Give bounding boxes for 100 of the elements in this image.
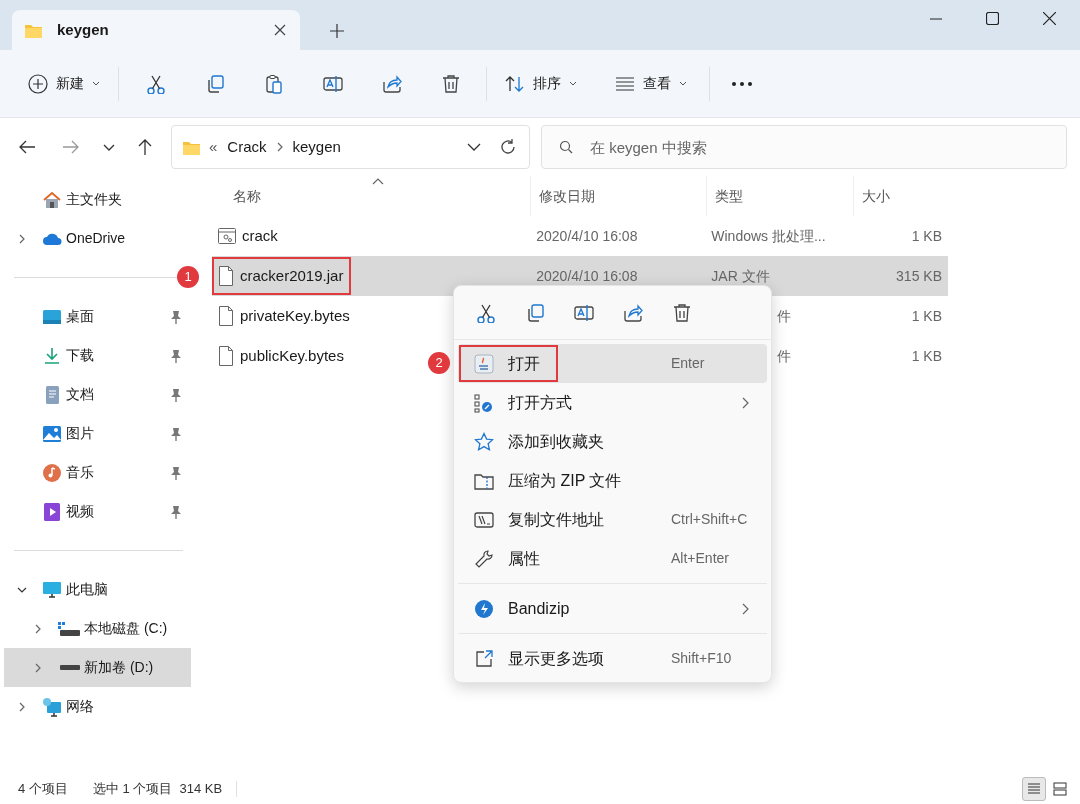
shortcut-label: Shift+F10 — [671, 649, 732, 668]
close-icon[interactable] — [1043, 12, 1056, 25]
open-with-icon — [474, 392, 494, 413]
chevron-right-icon[interactable] — [34, 662, 42, 673]
sidebar-item[interactable]: 视频 — [0, 492, 195, 531]
caret-icon — [92, 80, 100, 87]
close-icon[interactable] — [274, 24, 286, 36]
sort-ascending-icon — [372, 178, 384, 185]
forward-icon[interactable] — [62, 138, 80, 156]
sidebar-item[interactable]: 音乐 — [0, 453, 195, 492]
rename-icon — [323, 73, 343, 94]
picture-icon — [42, 423, 62, 444]
type-cell-text: 件 — [777, 306, 792, 326]
column-header[interactable]: 修改日期 — [539, 185, 595, 207]
sidebar-item[interactable]: 文档 — [0, 375, 195, 414]
search-icon — [559, 140, 573, 154]
type-cell-text: Windows 批处理... — [711, 226, 826, 246]
bolt-circle-icon — [474, 598, 494, 619]
batch-file-icon — [218, 228, 236, 244]
wrench-icon — [474, 548, 494, 569]
star-icon — [474, 431, 494, 452]
up-icon[interactable] — [136, 138, 154, 156]
monitor-icon — [42, 579, 62, 600]
tab-title: keygen — [57, 19, 109, 40]
path-segment[interactable]: Crack — [227, 135, 267, 159]
size-cell-text: 1 KB — [911, 346, 942, 366]
shortcut-label: Alt+Enter — [671, 549, 729, 568]
delete-icon — [672, 302, 692, 323]
sidebar-item[interactable]: 桌面 — [0, 297, 195, 336]
file-name: privateKey.bytes — [240, 305, 350, 326]
sidebar-item[interactable]: 主文件夹 — [0, 180, 195, 219]
menu-item[interactable]: 打开 Enter — [458, 344, 767, 383]
shortcut-label: Ctrl+Shift+C — [671, 510, 748, 529]
cut-icon — [476, 302, 496, 323]
tab[interactable]: keygen — [12, 10, 300, 50]
step-badge: 2 — [428, 352, 450, 374]
network-icon — [42, 696, 62, 717]
file-name: cracker2019.jar — [240, 265, 344, 286]
new-tab-icon[interactable] — [330, 24, 344, 38]
sidebar-item[interactable]: 下载 — [0, 336, 195, 375]
tiles-view-icon — [1050, 779, 1070, 799]
column-header[interactable]: 大小 — [862, 185, 890, 207]
file-name: publicKey.bytes — [240, 345, 344, 366]
size-cell-text: 1 KB — [911, 306, 942, 326]
chevron-icon — [275, 142, 284, 152]
paste-icon — [264, 73, 284, 94]
sidebar-item[interactable]: 本地磁盘 (C:) — [4, 609, 191, 648]
back-icon[interactable] — [18, 138, 36, 156]
java-icon — [474, 353, 494, 374]
delete-icon — [441, 73, 461, 94]
maximize-icon[interactable] — [986, 12, 999, 25]
music-icon — [42, 462, 62, 483]
more-icon — [732, 81, 752, 86]
chevron-down-icon[interactable] — [17, 585, 27, 594]
rename-icon — [574, 302, 594, 323]
list-view-icon — [615, 75, 635, 92]
selection-info: 选中 1 个项目 314 KB — [92, 780, 223, 799]
date-cell-text: 2020/4/10 16:08 — [536, 226, 638, 246]
download-icon — [42, 345, 62, 366]
file-icon — [218, 306, 234, 326]
sidebar-item[interactable]: OneDrive — [0, 219, 195, 258]
file-icon — [218, 266, 234, 286]
drive-icon — [58, 665, 80, 670]
sidebar-item[interactable]: 网络 — [0, 687, 195, 726]
address-bar[interactable]: « Crack keygen — [171, 125, 530, 169]
sidebar-item[interactable]: 此电脑 — [0, 570, 195, 609]
column-header[interactable]: 名称 — [233, 185, 261, 207]
caret-icon — [679, 80, 687, 87]
chevron-right-icon[interactable] — [18, 233, 26, 244]
path-segment[interactable]: keygen — [292, 135, 341, 159]
sidebar-item[interactable]: 新加卷 (D:) — [4, 648, 191, 687]
shortcut-label: Enter — [671, 354, 705, 373]
refresh-icon[interactable] — [499, 138, 517, 156]
type-cell-text: 件 — [777, 346, 792, 366]
cut-icon — [146, 73, 166, 94]
share-icon — [382, 73, 402, 94]
copy-icon — [525, 302, 545, 323]
sort-button[interactable]: 排序 — [501, 65, 585, 102]
external-icon — [474, 648, 494, 669]
step-badge: 1 — [177, 266, 199, 288]
sidebar-item[interactable]: 图片 — [0, 414, 195, 453]
new-button[interactable]: 新建 — [24, 65, 104, 102]
video-icon — [42, 501, 62, 522]
home-icon — [42, 189, 62, 210]
file-name: crack — [242, 225, 278, 246]
view-button[interactable]: 查看 — [611, 65, 695, 102]
search-field[interactable]: 在 keygen 中搜索 — [541, 125, 1067, 169]
share-icon — [623, 302, 643, 323]
item-count: 4 个项目 — [18, 780, 68, 799]
chevron-right-icon[interactable] — [34, 623, 42, 634]
path-overflow[interactable]: « — [209, 135, 218, 159]
dropdown-icon[interactable] — [467, 142, 481, 152]
file-icon — [218, 346, 234, 366]
column-header[interactable]: 类型 — [715, 185, 743, 207]
size-cell-text: 1 KB — [911, 226, 942, 246]
caret-icon — [569, 80, 577, 87]
drive-icon — [58, 621, 80, 636]
details-view-button[interactable] — [1022, 777, 1046, 801]
type-cell-text: JAR 文件 — [711, 266, 770, 286]
chevron-right-icon[interactable] — [18, 701, 26, 712]
